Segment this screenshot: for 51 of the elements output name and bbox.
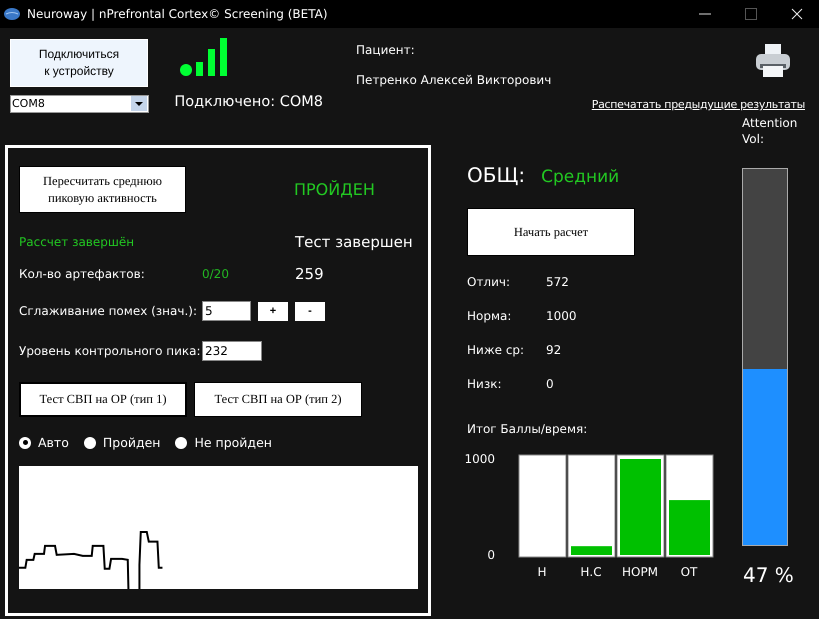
- artifacts-label: Кол-во артефактов:: [19, 267, 146, 281]
- test-button[interactable]: Тест СВП на ОР (тип 1): [19, 382, 187, 417]
- radio-option[interactable]: Не пройден: [175, 435, 272, 450]
- peak-field[interactable]: 232: [202, 341, 262, 361]
- stat-value: 1000: [546, 309, 577, 324]
- overall-value: Средний: [541, 167, 620, 187]
- category-label: ОТ: [680, 565, 698, 579]
- stat-value: 92: [546, 343, 562, 358]
- smoothing-label: Сглаживание помех (знач.):: [19, 304, 198, 318]
- bar: [571, 546, 612, 555]
- count-value: 259: [295, 265, 324, 283]
- test-result: ПРОЙДЕН: [294, 180, 375, 199]
- close-icon[interactable]: [791, 8, 803, 20]
- start-calc-button[interactable]: Начать расчет: [467, 208, 635, 256]
- y-tick-label: 0: [487, 548, 495, 562]
- test-status: Тест завершен: [295, 233, 413, 251]
- peak-label: Уровень контрольного пика:: [19, 344, 202, 358]
- plus-button[interactable]: +: [258, 302, 288, 320]
- chart-title: Итог Баллы/время:: [467, 422, 588, 436]
- stat-value: 0: [546, 377, 554, 392]
- calc-status: Рассчет завершён: [19, 235, 136, 249]
- overall-label: ОБЩ:: [467, 163, 526, 187]
- minus-button[interactable]: -: [295, 302, 325, 320]
- bar: [669, 500, 710, 555]
- recalc-button[interactable]: Пересчитать среднюю пиковую активность: [19, 166, 186, 213]
- test-button[interactable]: Тест СВП на ОР (тип 2): [194, 382, 362, 417]
- radio-option[interactable]: Авто: [19, 435, 69, 450]
- print-previous-results-link[interactable]: Распечатать предыдущие результаты: [592, 98, 805, 111]
- category-label: Н: [537, 565, 547, 579]
- window-title: Neuroway | nPrefrontal Cortex© Screening (BETA): [27, 7, 328, 21]
- stat-label: Ниже ср:: [467, 343, 526, 358]
- radio-option[interactable]: Пройден: [84, 435, 160, 450]
- connect-button[interactable]: Подключиться к устройству: [10, 39, 148, 87]
- smoothing-field[interactable]: 5: [202, 301, 251, 321]
- maximize-icon[interactable]: [745, 8, 757, 20]
- patient-name: Петренко Алексей Викторович: [356, 73, 552, 87]
- category-label: Н.С: [580, 565, 602, 579]
- brain-logo-icon: [4, 8, 20, 20]
- printer-icon[interactable]: [755, 44, 791, 78]
- stat-label: Отлич:: [467, 275, 512, 290]
- artifacts-value: 0/20: [202, 267, 230, 281]
- stat-label: Норма:: [467, 309, 512, 324]
- stat-value: 572: [546, 275, 569, 290]
- stat-label: Низк:: [467, 377, 502, 392]
- attention-reading: 47 %: [742, 563, 795, 588]
- patient-label: Пациент:: [356, 43, 416, 57]
- port-dropdown[interactable]: COM8: [10, 94, 149, 113]
- y-tick-label: 1000: [464, 452, 495, 466]
- category-label: НОРМ: [622, 565, 658, 579]
- connection-status: Подключено: COM8: [174, 94, 324, 110]
- attention-label: Attention Vol:: [742, 115, 798, 148]
